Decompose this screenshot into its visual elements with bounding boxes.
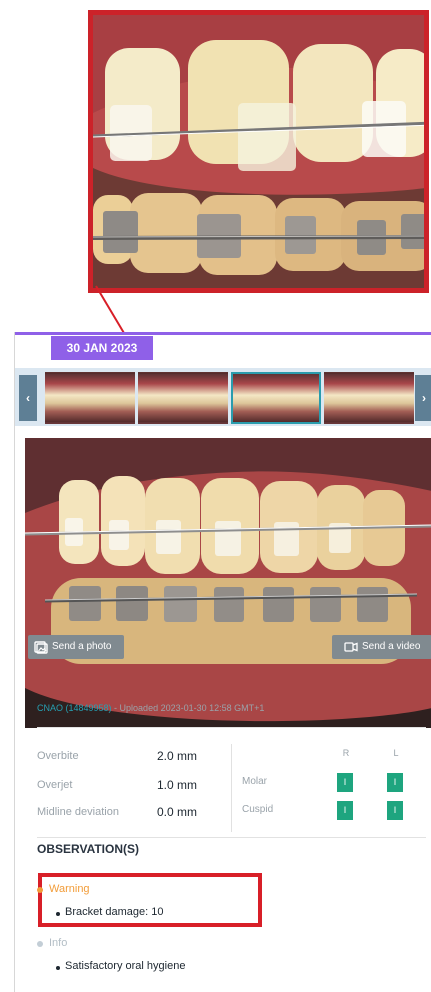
info-label: Info bbox=[49, 937, 68, 949]
carousel-next-button[interactable]: › bbox=[415, 375, 431, 421]
send-video-button[interactable]: Send a video bbox=[332, 635, 431, 659]
carousel-thumbnail-selected[interactable] bbox=[231, 372, 321, 424]
section-divider bbox=[37, 837, 426, 838]
send-photo-label: Send a photo bbox=[52, 641, 112, 652]
warning-observation: Bracket damage: 10 bbox=[65, 906, 164, 918]
metrics-column-separator bbox=[231, 744, 232, 832]
carousel-thumbnail[interactable] bbox=[138, 372, 228, 424]
info-observation: Satisfactory oral hygiene bbox=[65, 960, 186, 972]
date-badge: 30 JAN 2023 bbox=[51, 336, 153, 360]
section-divider bbox=[37, 727, 426, 728]
photo-carousel: ‹ › bbox=[15, 368, 431, 426]
info-dot-icon bbox=[37, 941, 43, 947]
overjet-value: 1.0 mm bbox=[157, 778, 198, 792]
midline-value: 0.0 mm bbox=[157, 805, 198, 819]
patient-card: 30 JAN 2023 ‹ › Send a photo Send a vide… bbox=[14, 332, 431, 992]
midline-label: Midline deviation bbox=[37, 806, 119, 818]
right-column-header: R bbox=[342, 748, 350, 758]
warning-bullet-icon bbox=[56, 912, 60, 916]
zoomed-teeth-photo bbox=[88, 10, 429, 293]
send-photo-button[interactable]: Send a photo bbox=[28, 635, 124, 659]
carousel-thumbnail[interactable] bbox=[45, 372, 135, 424]
main-teeth-photo bbox=[25, 438, 431, 728]
video-icon bbox=[344, 642, 358, 652]
molar-left-indicator: I bbox=[387, 773, 403, 792]
photo-icon bbox=[34, 641, 48, 654]
upload-info: CNAO (14849958) - Uploaded 2023-01-30 12… bbox=[37, 703, 264, 713]
patient-id-link[interactable]: CNAO (14849958) bbox=[37, 703, 112, 713]
observations-title: OBSERVATION(S) bbox=[37, 842, 140, 856]
overbite-value: 2.0 mm bbox=[157, 749, 198, 763]
overbite-label: Overbite bbox=[37, 750, 79, 762]
overjet-label: Overjet bbox=[37, 779, 73, 791]
cuspid-left-indicator: I bbox=[387, 801, 403, 820]
molar-right-indicator: I bbox=[337, 773, 353, 792]
carousel-thumbnail[interactable] bbox=[324, 372, 414, 424]
warning-label: Warning bbox=[49, 883, 90, 895]
send-video-label: Send a video bbox=[362, 641, 421, 652]
zoomed-teeth-illustration bbox=[93, 15, 424, 288]
info-bullet-icon bbox=[56, 966, 60, 970]
cuspid-label: Cuspid bbox=[242, 804, 274, 815]
molar-label: Molar bbox=[242, 776, 268, 787]
left-column-header: L bbox=[393, 748, 399, 758]
orthodontic-metrics: Overbite 2.0 mm Overjet 1.0 mm Midline d… bbox=[37, 744, 426, 848]
warning-dot-icon bbox=[37, 887, 43, 893]
cuspid-right-indicator: I bbox=[337, 801, 353, 820]
card-top-accent bbox=[15, 332, 431, 335]
main-teeth-illustration bbox=[25, 438, 431, 728]
warning-highlight-box bbox=[38, 873, 262, 927]
carousel-prev-button[interactable]: ‹ bbox=[19, 375, 37, 421]
upload-meta: - Uploaded 2023-01-30 12:58 GMT+1 bbox=[111, 703, 265, 713]
